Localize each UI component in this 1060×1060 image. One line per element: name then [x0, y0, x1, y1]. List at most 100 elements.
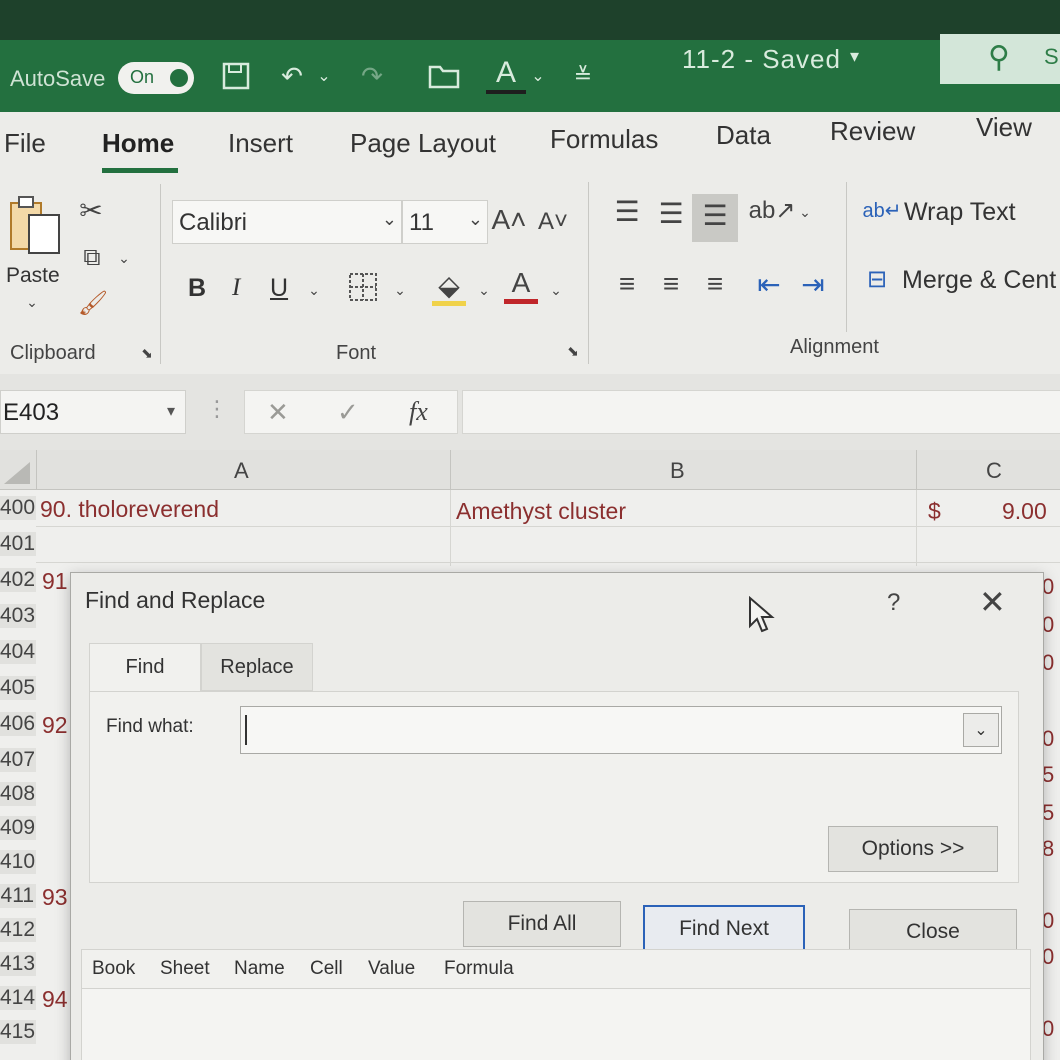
row-header[interactable]: 401: [0, 532, 36, 556]
column-header-a[interactable]: A: [234, 458, 249, 484]
merge-center-icon[interactable]: ⊟: [860, 262, 894, 296]
borders-dropdown-icon[interactable]: ⌄: [390, 278, 410, 302]
font-size-dropdown-icon[interactable]: ⌄: [468, 209, 483, 230]
decrease-indent-icon[interactable]: ⇤: [752, 266, 786, 302]
align-center-icon[interactable]: ≡: [654, 266, 688, 302]
align-top-icon[interactable]: ☰: [610, 194, 644, 228]
row-header[interactable]: 403: [0, 604, 36, 628]
underline-button[interactable]: U: [270, 274, 288, 303]
results-list[interactable]: [81, 989, 1031, 1060]
column-header-b[interactable]: B: [670, 458, 685, 484]
format-painter-icon[interactable]: 🖌: [76, 286, 110, 320]
name-box[interactable]: E403 ▾: [0, 390, 186, 434]
find-history-dropdown-icon[interactable]: ⌄: [963, 713, 999, 747]
increase-font-icon[interactable]: A˄: [491, 200, 526, 240]
find-next-button[interactable]: Find Next: [643, 905, 805, 953]
save-icon[interactable]: [216, 56, 256, 96]
cell-c400[interactable]: 9.00: [1002, 498, 1047, 525]
borders-icon[interactable]: [346, 270, 380, 304]
options-button[interactable]: Options >>: [828, 826, 998, 872]
formula-input[interactable]: [462, 390, 1060, 434]
cut-icon[interactable]: ✂: [76, 192, 106, 228]
results-col-value[interactable]: Value: [368, 958, 415, 980]
decrease-font-icon[interactable]: A˅: [536, 202, 570, 242]
cell-b400[interactable]: Amethyst cluster: [456, 498, 626, 525]
copy-dropdown-icon[interactable]: ⌄: [114, 248, 134, 268]
cell-a411[interactable]: 93: [42, 884, 68, 911]
fill-color-icon[interactable]: ⬙: [432, 270, 466, 306]
align-left-icon[interactable]: ≡: [610, 266, 644, 302]
tab-file[interactable]: File: [4, 128, 46, 159]
tab-data[interactable]: Data: [716, 120, 771, 151]
open-folder-icon[interactable]: [424, 56, 464, 96]
cell-a414[interactable]: 94: [42, 986, 68, 1013]
bold-button[interactable]: B: [188, 274, 206, 303]
font-color-icon[interactable]: A: [504, 266, 538, 304]
row-header[interactable]: 402: [0, 568, 36, 592]
results-col-sheet[interactable]: Sheet: [160, 958, 210, 980]
row-header[interactable]: 412: [0, 918, 36, 942]
close-icon[interactable]: ✕: [979, 583, 1006, 621]
cancel-entry-icon[interactable]: ✕: [267, 397, 289, 428]
find-all-button[interactable]: Find All: [463, 901, 621, 947]
align-middle-icon[interactable]: ☰: [654, 196, 688, 230]
row-header[interactable]: 400: [0, 496, 36, 520]
orientation-dropdown-icon[interactable]: ⌄: [796, 200, 814, 224]
increase-indent-icon[interactable]: ⇥: [796, 266, 830, 302]
cell-a400[interactable]: 90. tholoreverend: [40, 496, 219, 523]
confirm-entry-icon[interactable]: ✓: [337, 397, 359, 428]
align-bottom-icon[interactable]: ☰: [698, 198, 732, 232]
help-button[interactable]: ?: [887, 589, 900, 617]
row-header[interactable]: 405: [0, 676, 36, 700]
insert-function-icon[interactable]: fx: [409, 397, 428, 427]
results-col-name[interactable]: Name: [234, 958, 285, 980]
column-header-c[interactable]: C: [986, 458, 1002, 484]
tab-insert[interactable]: Insert: [228, 128, 293, 159]
undo-dropdown-icon[interactable]: ⌄: [314, 56, 334, 96]
tab-review[interactable]: Review: [830, 116, 915, 147]
wrap-text-icon[interactable]: ab↵: [863, 192, 902, 228]
search-box[interactable]: ⚲ S: [940, 34, 1060, 84]
title-dropdown-icon[interactable]: ▾: [850, 46, 859, 67]
name-box-dropdown-icon[interactable]: ▾: [167, 401, 175, 421]
font-color-dropdown-icon[interactable]: ⌄: [528, 56, 548, 96]
redo-icon[interactable]: ↷: [352, 56, 392, 96]
tab-replace[interactable]: Replace: [201, 643, 313, 691]
underline-dropdown-icon[interactable]: ⌄: [304, 278, 324, 302]
row-header[interactable]: 407: [0, 748, 36, 772]
tab-formulas[interactable]: Formulas: [550, 124, 658, 155]
paste-dropdown-icon[interactable]: ⌄: [20, 292, 44, 312]
fill-color-dropdown-icon[interactable]: ⌄: [474, 278, 494, 302]
tab-find[interactable]: Find: [89, 643, 201, 691]
row-header[interactable]: 414: [0, 986, 36, 1010]
select-all-icon[interactable]: [4, 462, 30, 484]
align-right-icon[interactable]: ≡: [698, 266, 732, 302]
font-name-combo[interactable]: Calibri ⌄: [172, 200, 402, 244]
row-header[interactable]: 410: [0, 850, 36, 874]
font-color-qat-icon[interactable]: A: [486, 56, 526, 94]
italic-button[interactable]: I: [232, 274, 240, 302]
row-header[interactable]: 415: [0, 1020, 36, 1044]
row-header[interactable]: 406: [0, 712, 36, 736]
orientation-icon[interactable]: ab↗: [749, 192, 796, 228]
font-color-dropdown-icon[interactable]: ⌄: [546, 278, 566, 302]
row-header[interactable]: 409: [0, 816, 36, 840]
document-title[interactable]: 11-2 - Saved: [682, 44, 841, 75]
merge-center-button[interactable]: Merge & Cent: [902, 266, 1056, 295]
tab-view[interactable]: View: [976, 112, 1032, 143]
customize-qat-icon[interactable]: ≚: [568, 56, 598, 96]
results-col-book[interactable]: Book: [92, 958, 135, 980]
autosave-toggle[interactable]: On: [118, 62, 194, 94]
results-col-cell[interactable]: Cell: [310, 958, 343, 980]
results-col-formula[interactable]: Formula: [444, 958, 514, 980]
find-what-input[interactable]: ⌄: [240, 706, 1002, 754]
tab-page-layout[interactable]: Page Layout: [350, 128, 496, 159]
paste-label[interactable]: Paste: [6, 264, 60, 288]
row-header[interactable]: 408: [0, 782, 36, 806]
undo-icon[interactable]: ↶: [272, 56, 312, 96]
row-header[interactable]: 411: [0, 884, 36, 908]
paste-icon[interactable]: [6, 190, 64, 260]
font-launcher-icon[interactable]: ⬊: [564, 342, 582, 360]
wrap-text-button[interactable]: Wrap Text: [904, 198, 1016, 227]
row-header[interactable]: 404: [0, 640, 36, 664]
